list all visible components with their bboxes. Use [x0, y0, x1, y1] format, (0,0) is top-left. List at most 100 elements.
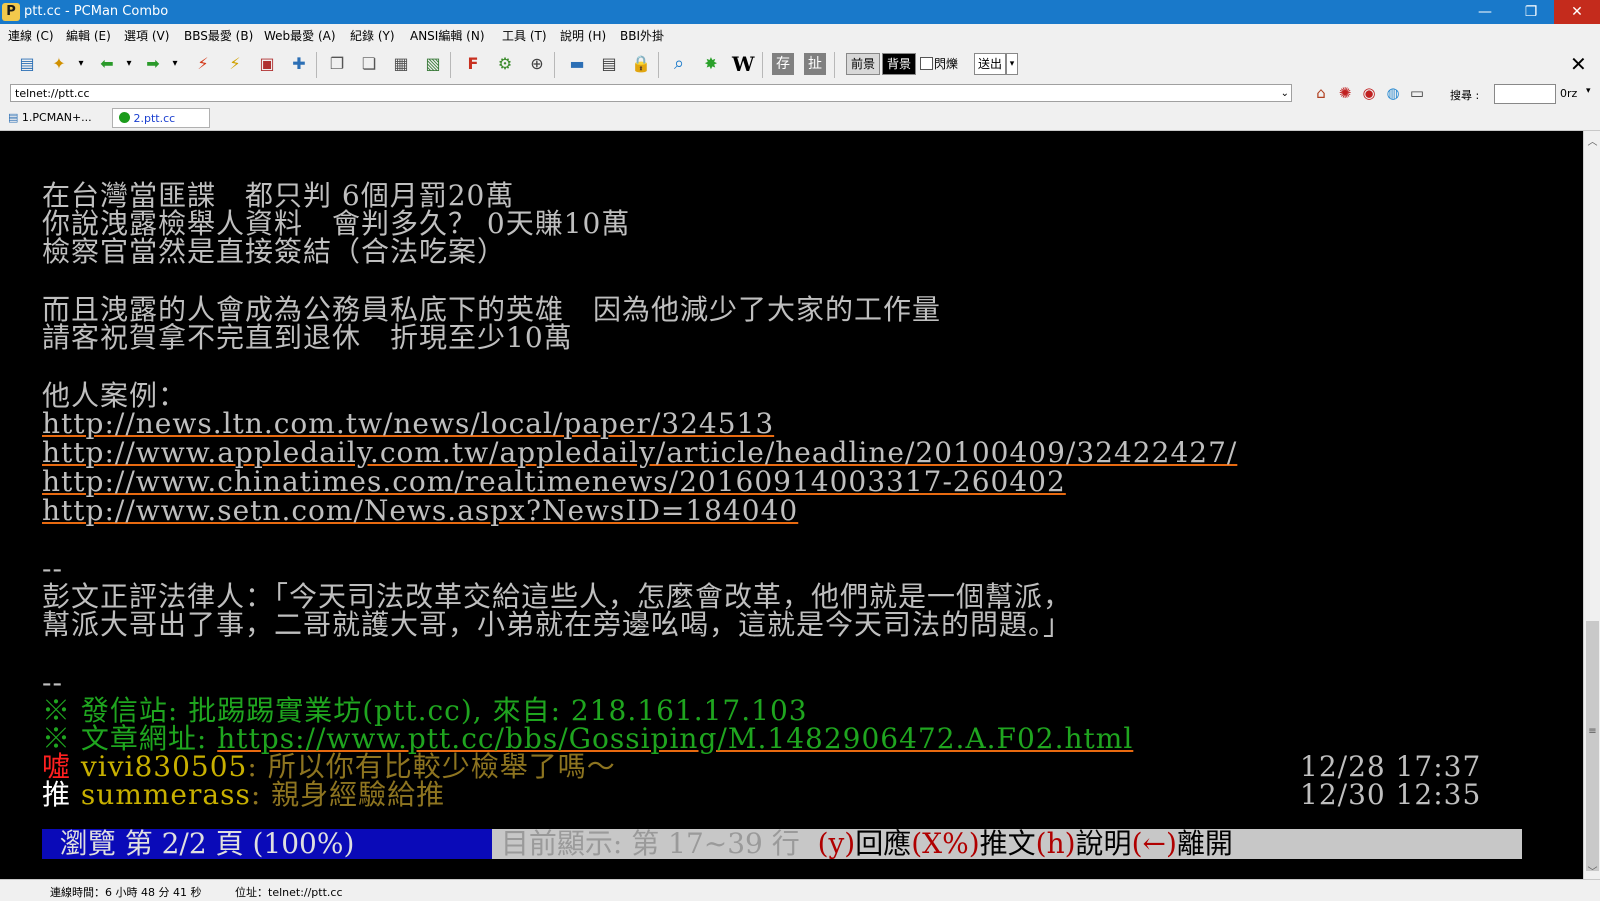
connected-dot-icon — [119, 112, 130, 123]
scrollbar-thumb[interactable] — [1586, 621, 1599, 871]
send-dropdown-icon[interactable]: ▾ — [1006, 53, 1018, 75]
address-value: telnet://ptt.cc — [15, 87, 90, 100]
chevron-down-icon[interactable]: ▾ — [70, 53, 92, 75]
wikipedia-icon[interactable]: W — [732, 53, 754, 75]
reconnect-icon[interactable]: ⚡ — [224, 53, 246, 75]
push-row: 推 summerass: 親身經驗給推 — [42, 780, 445, 810]
vertical-scrollbar[interactable]: ︿ ≡ ﹀ — [1583, 131, 1600, 879]
menu-bbi-plugin[interactable]: BBI外掛 — [620, 27, 664, 44]
blink-checkbox[interactable] — [920, 57, 933, 70]
signature-line: 幫派大哥出了事，二哥就護大哥，小弟就在旁邊吆喝，這就是今天司法的問題。」 — [42, 608, 1073, 641]
pcman-icon: P — [2, 3, 20, 21]
push-content: : 親身經驗給推 — [250, 778, 446, 811]
menu-connection[interactable]: 連線 (C) — [8, 27, 54, 44]
grip-icon: ≡ — [1588, 726, 1597, 737]
toolbar-separator — [658, 52, 659, 78]
push-time: 12/30 12:35 — [1300, 778, 1482, 811]
tab-ptt[interactable]: 2.ptt.cc — [112, 108, 210, 128]
key-hint: (←) — [1131, 827, 1177, 860]
home-icon[interactable]: ⌂ — [1310, 82, 1332, 104]
settings-gear-icon[interactable]: ⚙ — [494, 53, 516, 75]
menu-log[interactable]: 紀錄 (Y) — [350, 27, 395, 44]
minimize-button[interactable]: — — [1462, 0, 1508, 24]
article-link[interactable]: http://www.chinatimes.com/realtimenews/2… — [42, 467, 1066, 497]
background-color-button[interactable]: 背景 — [882, 53, 916, 75]
push-tag: 推 — [42, 778, 72, 811]
menu-web-favorites[interactable]: Web最愛 (A) — [264, 27, 336, 44]
menu-options[interactable]: 選項 (V) — [124, 27, 169, 44]
close-toolbar-button[interactable]: ✕ — [1570, 52, 1587, 76]
tab-pcman[interactable]: ▤ 1.PCMAN+... — [8, 108, 108, 128]
address-bar: telnet://ptt.cc ⌄ ⌂ ✺ ◉ ◍ ▭ 搜尋 : 0rz ▾ — [0, 82, 1600, 106]
article-link[interactable]: http://news.ltn.com.tw/news/local/paper/… — [42, 409, 774, 439]
send-button[interactable]: 送出 — [974, 53, 1006, 75]
antivirus-icon[interactable]: ✺ — [1334, 82, 1356, 104]
page-indicator: 瀏覽 第 2/2 頁 (100%) — [42, 829, 492, 859]
blink-label: 閃爍 — [934, 57, 959, 71]
globe-icon[interactable]: ◍ — [1382, 82, 1404, 104]
new-window-icon[interactable]: ▤ — [16, 53, 38, 75]
push-user: summerass — [80, 778, 251, 811]
address-input[interactable]: telnet://ptt.cc ⌄ — [10, 84, 1292, 102]
scroll-down-icon[interactable]: ﹀ — [1584, 863, 1600, 878]
screenshot-icon[interactable]: ▧ — [422, 53, 444, 75]
address-book-icon[interactable]: ▤ — [598, 53, 620, 75]
lock-icon[interactable]: 🔒 — [630, 53, 652, 75]
search-input[interactable] — [1494, 84, 1556, 104]
paste-icon[interactable]: ❏ — [358, 53, 380, 75]
toolbar-separator — [834, 52, 835, 78]
maximize-button[interactable]: ❐ — [1508, 0, 1554, 24]
status-bar: 連線時間：6 小時 48 分 41 秒 位址：telnet://ptt.cc — [0, 879, 1600, 901]
chevron-down-icon[interactable]: ▾ — [164, 53, 186, 75]
scroll-up-icon[interactable]: ︿ — [1584, 133, 1600, 148]
article-link[interactable]: http://www.appledaily.com.tw/appledaily/… — [42, 438, 1237, 468]
back-icon[interactable]: ⬅ — [96, 53, 118, 75]
history-icon[interactable]: ◉ — [1358, 82, 1380, 104]
chevron-down-icon[interactable]: ⌄ — [1281, 85, 1289, 103]
title-bar: P ptt.cc - PCMan Combo — ❐ ✕ — [0, 0, 1600, 24]
plugin-star-icon[interactable]: ✸ — [700, 53, 722, 75]
chevron-down-icon[interactable]: ▾ — [118, 53, 140, 75]
close-window-button[interactable]: ✕ — [1554, 0, 1600, 24]
key-label: 推文 — [979, 827, 1036, 860]
chevron-down-icon[interactable]: ▾ — [1586, 86, 1591, 96]
cut-icon[interactable]: 扯 — [804, 53, 826, 75]
key-label: 回應 — [855, 827, 912, 860]
connection-time: 連線時間：6 小時 48 分 41 秒 — [50, 886, 202, 899]
browse-status-line: 瀏覽 第 2/2 頁 (100%) 目前顯示: 第 17~39 行 (y)回應(… — [42, 829, 1522, 859]
tab-label: 1.PCMAN+... — [21, 111, 92, 124]
foreground-color-button[interactable]: 前景 — [846, 53, 880, 75]
search-engine-select[interactable]: 0rz — [1560, 87, 1577, 100]
menu-bar: 連線 (C) 編輯 (E) 選項 (V) BBS最愛 (B) Web最愛 (A)… — [0, 24, 1600, 46]
monitor-icon[interactable]: ▭ — [1406, 82, 1428, 104]
tab-label: 2.ptt.cc — [133, 112, 176, 125]
save-icon[interactable]: 存 — [772, 53, 794, 75]
search-icon[interactable]: ⌕ — [668, 53, 690, 75]
page-icon: ▤ — [8, 111, 19, 124]
key-label: 說明 — [1075, 827, 1132, 860]
tab-bar: ▤ 1.PCMAN+... 2.ptt.cc — [0, 106, 1600, 131]
menu-tools[interactable]: 工具 (T) — [502, 27, 547, 44]
key-hint: (h) — [1035, 827, 1076, 860]
menu-bbs-favorites[interactable]: BBS最愛 (B) — [184, 27, 253, 44]
fit-window-icon[interactable]: ⊕ — [526, 53, 548, 75]
key-hint: (X%) — [911, 827, 980, 860]
font-icon[interactable]: F — [462, 53, 484, 75]
close-connection-icon[interactable]: ▣ — [256, 53, 278, 75]
toolbar-separator — [316, 52, 317, 78]
article-link[interactable]: http://www.setn.com/News.aspx?NewsID=184… — [42, 496, 798, 526]
pin-icon[interactable]: ✚ — [288, 53, 310, 75]
copy-ansi-icon[interactable]: ▦ — [390, 53, 412, 75]
new-connection-icon[interactable]: ✦ — [48, 53, 70, 75]
forward-icon[interactable]: ➡ — [142, 53, 164, 75]
menu-ansi-edit[interactable]: ANSI編輯 (N) — [410, 27, 485, 44]
terminal-screen[interactable]: 在台灣當匪諜 都只判 6個月罰20萬 你說洩露檢舉人資料 會判多久？ 0天賺10… — [0, 131, 1583, 879]
key-hint: (y) — [817, 827, 856, 860]
menu-edit[interactable]: 編輯 (E) — [66, 27, 111, 44]
copy-icon[interactable]: ❐ — [326, 53, 348, 75]
disconnect-icon[interactable]: ⚡ — [192, 53, 214, 75]
window-title: ptt.cc - PCMan Combo — [24, 4, 169, 19]
menu-help[interactable]: 說明 (H) — [560, 27, 606, 44]
toolbar-separator — [554, 52, 555, 78]
fullscreen-icon[interactable]: ▬ — [566, 53, 588, 75]
